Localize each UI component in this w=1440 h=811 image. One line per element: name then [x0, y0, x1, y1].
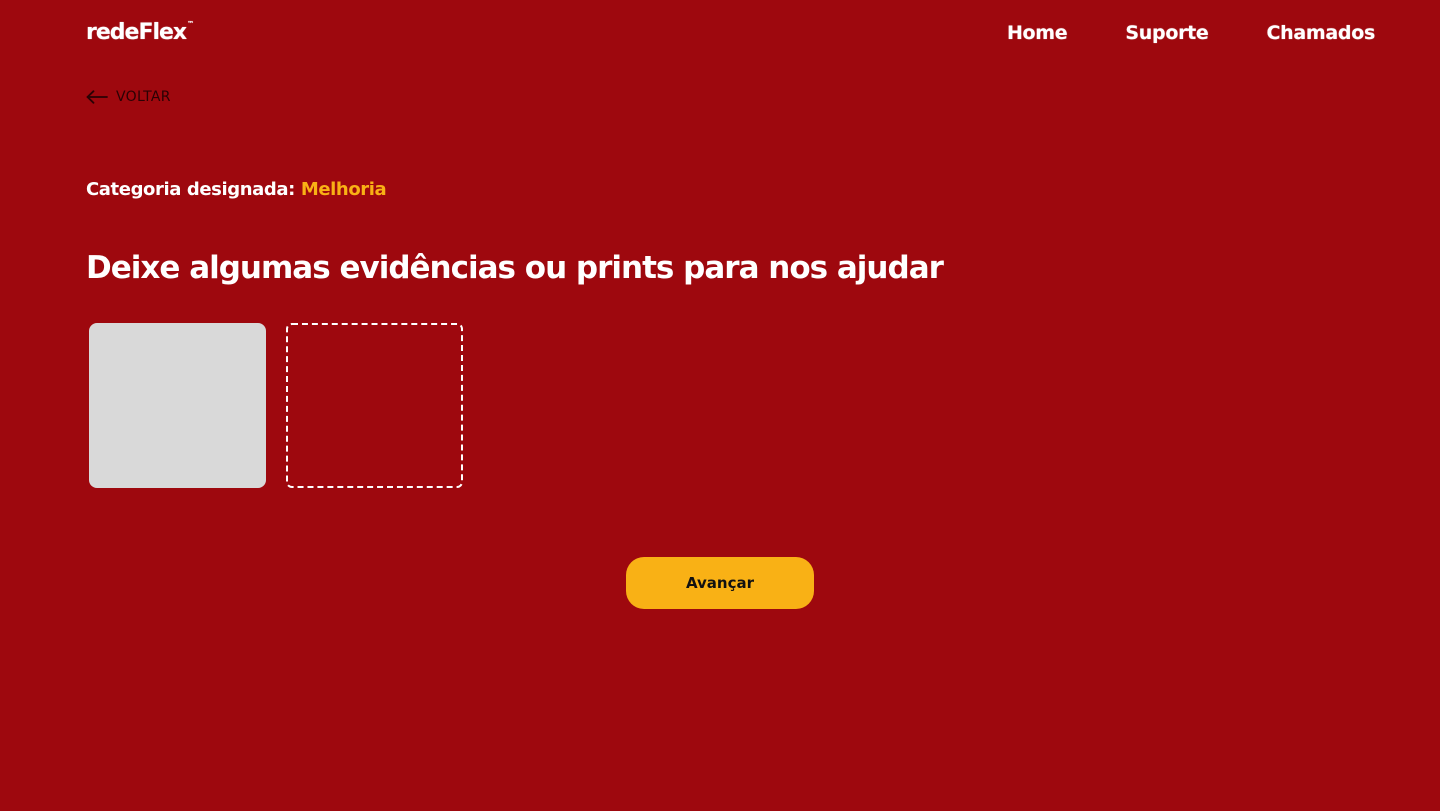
nav-item-chamados[interactable]: Chamados: [1267, 20, 1376, 46]
nav-item-suporte[interactable]: Suporte: [1125, 20, 1208, 46]
main-nav: Home Suporte Chamados: [1007, 20, 1375, 46]
evidence-thumbnail[interactable]: [89, 323, 266, 488]
brand-logo[interactable]: redeFlex ™: [86, 20, 194, 46]
back-link[interactable]: VOLTAR: [86, 86, 171, 108]
arrow-left-icon: [86, 90, 108, 104]
nav-item-home[interactable]: Home: [1007, 20, 1068, 46]
brand-logo-mark: ™: [187, 20, 195, 28]
category-value: Melhoria: [300, 179, 387, 200]
add-evidence-dropzone[interactable]: [286, 323, 463, 488]
category-label: Categoria designada:: [86, 179, 295, 200]
page-title: Deixe algumas evidências ou prints para …: [86, 250, 944, 286]
back-label: VOLTAR: [116, 89, 171, 105]
advance-button[interactable]: Avançar: [626, 557, 814, 609]
brand-logo-text: redeFlex: [86, 20, 187, 45]
page: redeFlex ™ Home Suporte Chamados VOLTAR …: [0, 0, 1440, 811]
category-line: Categoria designada: Melhoria: [86, 177, 387, 203]
